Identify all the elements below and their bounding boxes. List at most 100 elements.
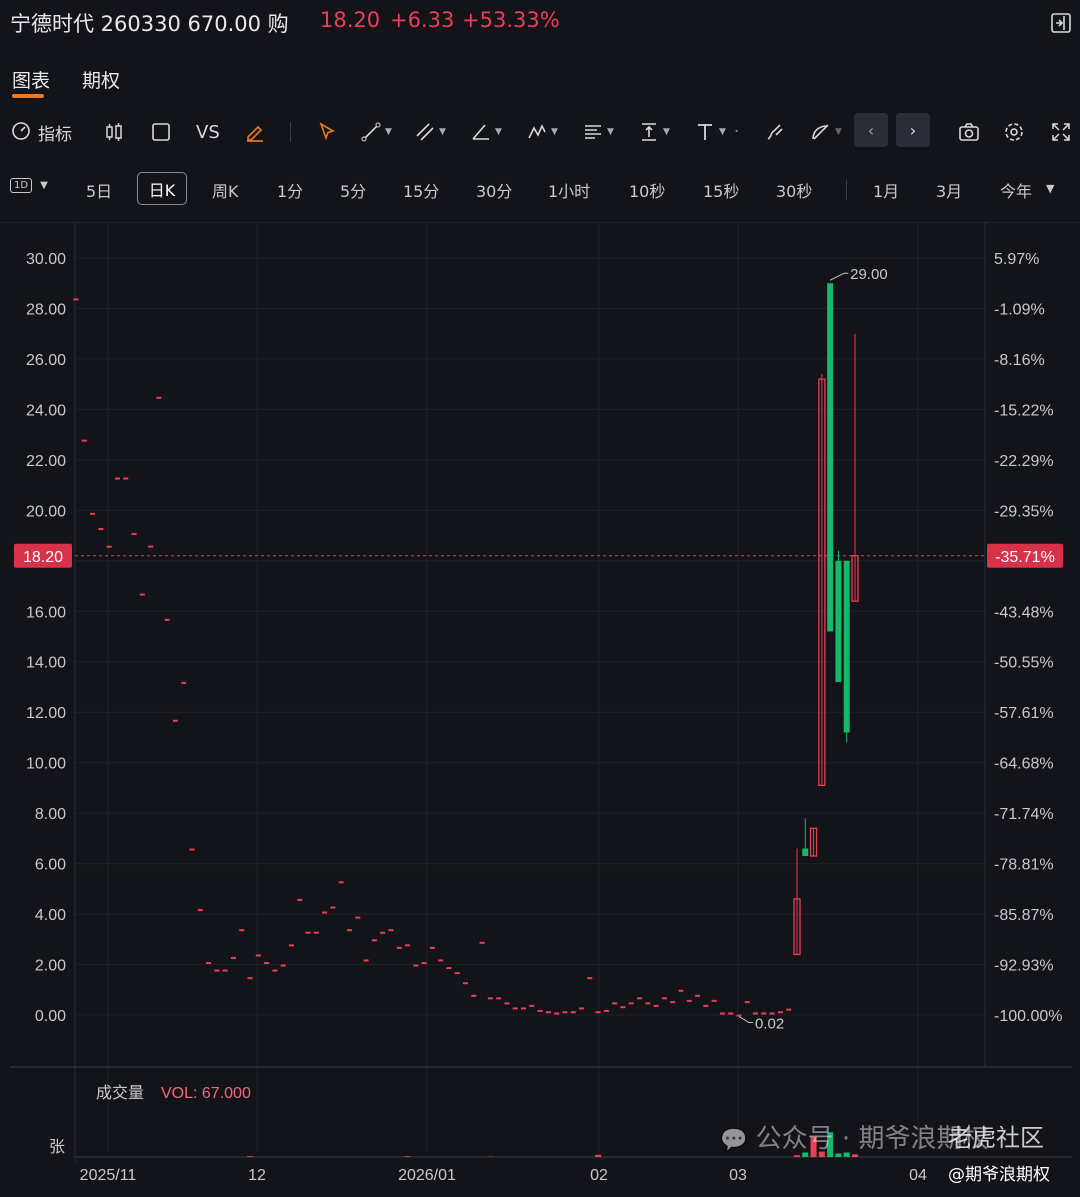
hide-drawings-icon[interactable]: ▼ <box>810 118 842 146</box>
settings-gear-icon[interactable] <box>1003 118 1025 146</box>
candle <box>786 1008 792 1011</box>
candle <box>247 977 253 980</box>
candle <box>297 898 303 901</box>
candle <box>777 1011 783 1014</box>
candle <box>90 512 96 515</box>
cursor-icon[interactable] <box>316 118 338 146</box>
candle <box>496 997 502 1000</box>
candle <box>106 545 112 548</box>
candle <box>98 527 104 530</box>
next-button[interactable]: › <box>896 113 930 147</box>
pencil-icon[interactable] <box>244 118 266 146</box>
period-10sec[interactable]: 10秒 <box>629 178 665 202</box>
y-tick-left: 22.00 <box>26 453 66 470</box>
candle <box>239 929 245 932</box>
candle <box>579 1007 585 1010</box>
candle <box>255 954 261 957</box>
candle <box>305 931 311 934</box>
measure-icon[interactable]: ▼ <box>638 118 670 146</box>
period-30min[interactable]: 30分 <box>476 178 512 202</box>
period-5min[interactable]: 5分 <box>340 178 366 202</box>
candle <box>280 964 286 967</box>
candle <box>172 719 178 722</box>
candle <box>463 982 468 985</box>
angle-icon[interactable]: ▼ <box>470 118 502 146</box>
pattern-icon[interactable]: ▼ <box>526 118 558 146</box>
period-15min[interactable]: 15分 <box>403 178 439 202</box>
candle <box>537 1009 543 1012</box>
square-icon[interactable] <box>150 118 172 146</box>
candle <box>711 999 717 1002</box>
candle <box>521 1007 527 1010</box>
y-tick-left: 16.00 <box>26 604 66 621</box>
period-15sec[interactable]: 15秒 <box>703 178 739 202</box>
exit-icon[interactable] <box>1050 12 1072 34</box>
y-tick-right: -43.48% <box>994 604 1054 621</box>
fibonacci-icon[interactable]: ▼ <box>582 118 614 146</box>
tab-options[interactable]: 期权 <box>82 66 120 93</box>
candle <box>678 989 684 992</box>
period-3month[interactable]: 3月 <box>936 178 962 202</box>
candle <box>338 881 344 884</box>
candle <box>413 964 419 967</box>
y-tick-left: 28.00 <box>26 301 66 318</box>
candle <box>438 959 444 962</box>
candle <box>114 477 120 480</box>
tab-chart[interactable]: 图表 <box>12 66 50 93</box>
volume-title: 成交量 <box>96 1084 144 1102</box>
candle <box>156 396 162 399</box>
candle <box>562 1011 568 1014</box>
trendline-icon[interactable]: ▼ <box>360 118 392 146</box>
candlestick-chart[interactable]: 30.00 5.97% 28.00 -1.09% 26.00 -8.16% 24.00 -15… <box>0 222 1080 1197</box>
period-30sec[interactable]: 30秒 <box>776 178 812 202</box>
y-tick-right: -15.22% <box>994 402 1054 419</box>
candle <box>388 929 394 932</box>
candle <box>512 1007 518 1010</box>
period-1month[interactable]: 1月 <box>873 178 899 202</box>
text-tool-icon[interactable]: ▼ · <box>694 118 739 146</box>
brush-icon[interactable] <box>764 118 786 146</box>
candle <box>628 1002 634 1005</box>
candle <box>421 962 427 965</box>
candle <box>612 1002 618 1005</box>
x-tick-label: 2026/01 <box>398 1167 456 1184</box>
camera-icon[interactable] <box>958 118 980 146</box>
brand-watermark: 老虎社区 <box>948 1124 1044 1152</box>
volume-value: VOL: 67.000 <box>161 1085 251 1102</box>
fullscreen-icon[interactable] <box>1050 118 1072 146</box>
candle-style-icon[interactable] <box>103 118 125 146</box>
y-tick-right: -8.16% <box>994 352 1045 369</box>
candle <box>214 969 220 972</box>
indicator-button[interactable]: 指标 <box>10 118 72 146</box>
chevron-down-icon[interactable]: ▼ <box>1046 182 1054 195</box>
y-tick-right: -100.00% <box>994 1008 1063 1025</box>
high-marker-line <box>829 272 849 281</box>
candle <box>230 956 236 959</box>
candle <box>123 477 129 480</box>
compare-button[interactable]: VS <box>196 118 220 146</box>
y-tick-left: 20.00 <box>26 503 66 520</box>
candles <box>73 283 859 1017</box>
period-5d[interactable]: 5日 <box>86 178 112 202</box>
x-tick-label: 02 <box>590 1167 608 1184</box>
y-tick-left: 0.00 <box>35 1008 66 1025</box>
y-tick-left: 14.00 <box>26 655 66 672</box>
candle <box>695 994 701 997</box>
handle-watermark: @期爷浪期权 <box>948 1165 1050 1185</box>
period-daily[interactable]: 日K <box>137 172 187 205</box>
chevron-left-icon: ‹ <box>867 120 875 140</box>
period-1min[interactable]: 1分 <box>277 178 303 202</box>
x-tick-label: 03 <box>729 1167 747 1184</box>
period-1hour[interactable]: 1小时 <box>548 178 590 202</box>
candle <box>728 1012 734 1015</box>
price-change: +6.33 <box>390 8 455 32</box>
period-ytd[interactable]: 今年 <box>1000 178 1032 202</box>
candle <box>802 848 809 857</box>
prev-button[interactable]: ‹ <box>854 113 888 147</box>
volume-unit: 张 <box>49 1138 65 1156</box>
period-weekly[interactable]: 周K <box>212 178 239 202</box>
interval-selector[interactable]: 1D ▼ <box>10 178 48 193</box>
channel-icon[interactable]: ▼ <box>414 118 446 146</box>
volume-bar <box>247 1156 254 1157</box>
candle <box>363 959 369 962</box>
